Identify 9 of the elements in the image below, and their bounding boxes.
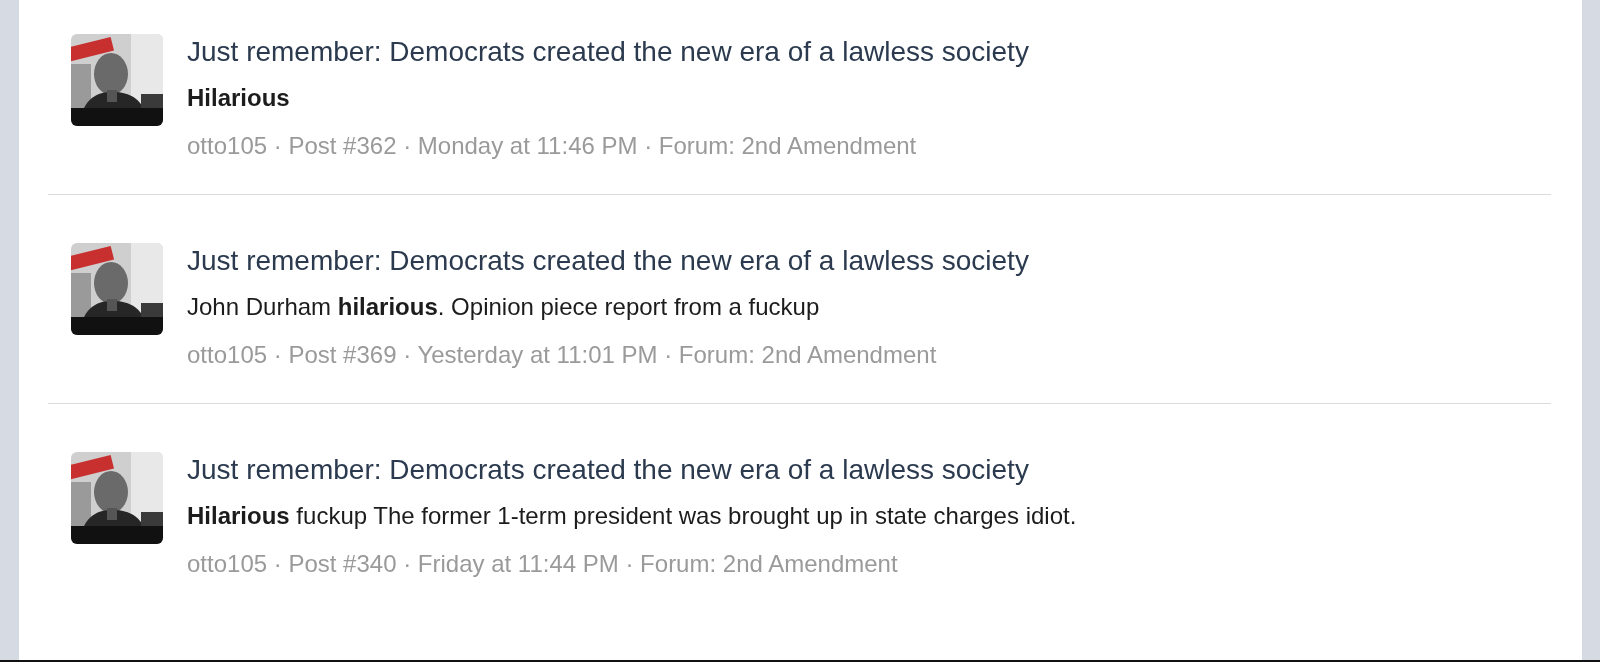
- thread-title-link[interactable]: Just remember: Democrats created the new era of a lawless society: [187, 32, 1029, 72]
- post-snippet: Hilarious fuckup The former 1-term president was brought up in state charges idiot.: [187, 501, 1077, 531]
- post-meta: otto105 · Post #362 · Monday at 11:46 PM · Forum: 2nd Amendment: [187, 131, 917, 161]
- post-snippet: John Durham hilarious. Opinion piece report from a fuckup: [187, 292, 820, 322]
- post-meta: otto105 · Post #340 · Friday at 11:44 PM · Forum: 2nd Amendment: [187, 549, 898, 579]
- thread-title-link[interactable]: Just remember: Democrats created the new era of a lawless society: [187, 241, 1029, 281]
- thread-title-link[interactable]: Just remember: Democrats created the new era of a lawless society: [187, 450, 1029, 490]
- post-meta: otto105 · Post #369 · Yesterday at 11:01 PM · Forum: 2nd Amendment: [187, 340, 937, 370]
- post-snippet: Hilarious: [187, 83, 290, 113]
